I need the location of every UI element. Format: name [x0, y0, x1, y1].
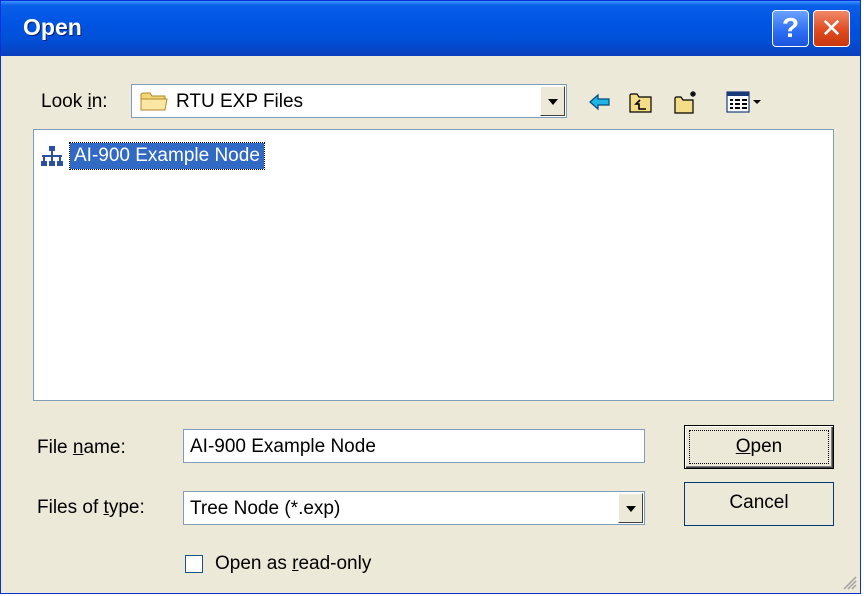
look-in-dropdown-button[interactable] — [540, 86, 565, 116]
cancel-button[interactable]: Cancel — [684, 482, 834, 526]
view-menu-icon[interactable] — [725, 89, 765, 115]
file-type-dropdown-button[interactable] — [618, 493, 643, 523]
title-bar[interactable]: Open ? ✕ — [1, 1, 860, 56]
look-in-value: RTU EXP Files — [176, 91, 304, 112]
close-button[interactable]: ✕ — [813, 10, 850, 47]
help-button[interactable]: ? — [772, 10, 809, 47]
read-only-checkbox[interactable] — [185, 555, 203, 573]
file-name-input[interactable]: AI-900 Example Node — [183, 429, 645, 463]
dialog-title: Open — [23, 14, 82, 40]
folder-icon — [140, 92, 168, 111]
file-type-combo[interactable]: Tree Node (*.exp) — [183, 491, 645, 525]
tree-node-icon — [41, 146, 63, 166]
look-in-combo[interactable]: RTU EXP Files — [131, 84, 567, 118]
file-list[interactable]: AI-900 Example Node — [33, 129, 834, 401]
open-dialog: Open ? ✕ Look in: RTU EXP Files AI-900 E… — [0, 0, 861, 594]
create-new-folder-icon[interactable] — [673, 89, 699, 115]
list-item-label: AI-900 Example Node — [69, 142, 265, 170]
open-button-focus: Open — [689, 430, 829, 464]
file-name-value: AI-900 Example Node — [190, 436, 376, 457]
open-button[interactable]: Open — [684, 425, 834, 469]
resize-grip[interactable] — [839, 572, 857, 590]
up-one-level-icon[interactable] — [628, 89, 654, 115]
look-in-label: Look in: — [41, 91, 108, 112]
file-name-label: File name: — [37, 437, 126, 458]
file-type-value: Tree Node (*.exp) — [190, 498, 341, 519]
file-type-label: Files of type: — [37, 497, 145, 518]
read-only-label: Open as read-only — [215, 553, 372, 574]
back-arrow-icon[interactable] — [587, 89, 613, 115]
